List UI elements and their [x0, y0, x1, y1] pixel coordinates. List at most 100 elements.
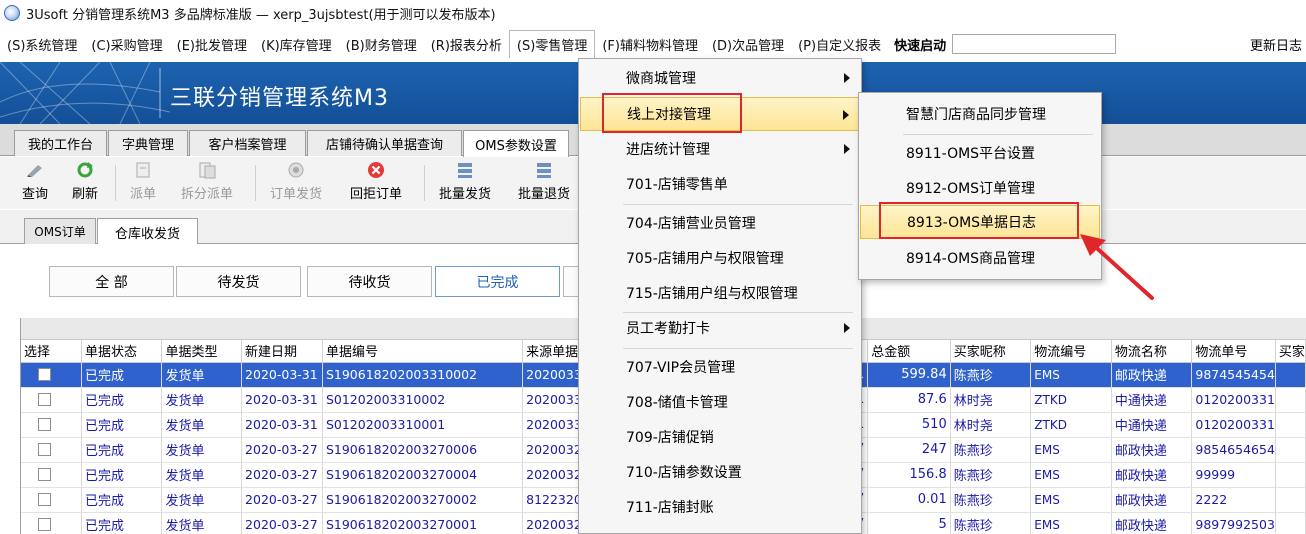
menu-item-vip-members[interactable]: 707-VIP会员管理	[580, 350, 860, 384]
menu-materials[interactable]: (F)辅料物料管理	[595, 30, 705, 58]
refresh-button[interactable]: 刷新	[72, 161, 98, 202]
dispatch-icon	[133, 161, 153, 179]
filter-pending-ship-button[interactable]: 待发货	[176, 266, 301, 297]
menu-item-store-staff[interactable]: 704-店铺营业员管理	[580, 206, 860, 240]
menu-item-stored-value-card[interactable]: 708-储值卡管理	[580, 385, 860, 419]
menu-item-attendance[interactable]: 员工考勤打卡	[580, 311, 860, 345]
row-checkbox[interactable]	[21, 437, 82, 463]
menu-reports[interactable]: (R)报表分析	[424, 30, 509, 58]
tab-dictionary[interactable]: 字典管理	[108, 130, 188, 156]
tab-customer-files[interactable]: 客户档案管理	[189, 130, 306, 156]
dispatch-label: 派单	[130, 187, 157, 202]
tab-oms-orders[interactable]: OMS订单	[24, 218, 96, 244]
row-checkbox[interactable]	[21, 412, 82, 438]
checkbox[interactable]	[38, 393, 51, 406]
cell-status: 已完成	[81, 462, 163, 488]
batch-ship-button[interactable]: 批量发货	[439, 161, 491, 202]
menu-custom-reports[interactable]: (P)自定义报表	[791, 30, 888, 58]
cell-buyer: 陈燕珍	[950, 487, 1032, 513]
cell-tracking: 0120200331	[1191, 412, 1276, 438]
pencil-icon	[25, 161, 45, 179]
checkbox[interactable]	[38, 443, 51, 456]
cell-buyer: 陈燕珍	[950, 362, 1032, 388]
menu-item-store-promotion[interactable]: 709-店铺促销	[580, 420, 860, 454]
filter-all-button[interactable]: 全 部	[49, 266, 174, 297]
batch-ship-icon	[455, 161, 475, 179]
submenu-arrow-icon	[844, 144, 850, 154]
dispatch-button[interactable]: 派单	[130, 161, 156, 202]
menu-item-oms-order-management[interactable]: 8912-OMS订单管理	[860, 171, 1100, 205]
checkbox[interactable]	[38, 418, 51, 431]
col-select[interactable]: 选择	[21, 340, 82, 363]
cell-date: 2020-03-31	[241, 412, 323, 438]
menu-item-store-settings[interactable]: 710-店铺参数设置	[580, 455, 860, 489]
cell-extra	[1275, 387, 1306, 413]
menu-item-visitor-stats[interactable]: 进店统计管理	[580, 132, 860, 166]
col-status[interactable]: 单据状态	[81, 340, 163, 363]
reject-order-button[interactable]: 回拒订单	[350, 161, 402, 202]
menu-retail[interactable]: (S)零售管理	[508, 30, 596, 58]
menu-item-store-closing[interactable]: 711-店铺封账	[580, 490, 860, 524]
cell-date: 2020-03-31	[241, 362, 323, 388]
col-tracking-no[interactable]: 物流单号	[1191, 340, 1276, 363]
reject-order-label: 回拒订单	[350, 187, 403, 202]
quick-launch-input[interactable]	[952, 34, 1117, 54]
col-logistics-name[interactable]: 物流名称	[1111, 340, 1193, 363]
menu-finance[interactable]: (B)财务管理	[339, 30, 424, 58]
menu-defective[interactable]: (D)次品管理	[705, 30, 791, 58]
menu-item-smart-store-sync[interactable]: 智慧门店商品同步管理	[860, 97, 1100, 131]
batch-return-button[interactable]: 批量退货	[518, 161, 570, 202]
row-checkbox[interactable]	[21, 487, 82, 513]
cell-extra	[1275, 487, 1306, 513]
batch-ship-label: 批量发货	[439, 187, 492, 202]
cell-logistics-name: 邮政快递	[1111, 462, 1193, 488]
cell-type: 发货单	[161, 512, 243, 534]
menu-item-wechat-mall[interactable]: 微商城管理	[580, 61, 860, 95]
cell-status: 已完成	[81, 512, 163, 534]
col-source[interactable]: 来源单据	[522, 340, 584, 363]
col-type[interactable]: 单据类型	[161, 340, 243, 363]
menu-purchase[interactable]: (C)采购管理	[84, 30, 169, 58]
menu-item-store-user-permissions[interactable]: 705-店铺用户与权限管理	[580, 241, 860, 275]
tab-my-workbench[interactable]: 我的工作台	[14, 130, 107, 156]
update-log-link[interactable]: 更新日志	[1250, 30, 1306, 58]
col-buyer-extra[interactable]: 买家	[1275, 340, 1306, 363]
menu-system[interactable]: (S)系统管理	[0, 30, 84, 58]
row-checkbox[interactable]	[21, 462, 82, 488]
col-logistics-code[interactable]: 物流编号	[1030, 340, 1112, 363]
filter-completed-button[interactable]: 已完成	[435, 266, 560, 297]
query-button[interactable]: 查询	[22, 161, 48, 202]
order-ship-button[interactable]: 订单发货	[270, 161, 322, 202]
checkbox[interactable]	[38, 368, 51, 381]
order-ship-icon	[286, 161, 306, 179]
menu-item-oms-product-management[interactable]: 8914-OMS商品管理	[860, 241, 1100, 275]
cell-source: 2020032	[522, 512, 584, 534]
tab-oms-settings[interactable]: OMS参数设置	[463, 130, 569, 157]
tab-warehouse-shipping[interactable]: 仓库收发货	[97, 218, 198, 245]
row-checkbox[interactable]	[21, 362, 82, 388]
annotation-box-oms-log	[879, 202, 1079, 239]
online-integration-submenu: 智慧门店商品同步管理 8911-OMS平台设置 8912-OMS订单管理 891…	[858, 92, 1102, 280]
annotation-arrow	[1080, 234, 1154, 300]
filter-pending-receive-button[interactable]: 待收货	[307, 266, 432, 297]
col-amount[interactable]: 总金额	[867, 340, 951, 363]
menu-wholesale[interactable]: (E)批发管理	[170, 30, 254, 58]
row-checkbox[interactable]	[21, 512, 82, 534]
row-checkbox[interactable]	[21, 387, 82, 413]
menu-item-label: 员工考勤打卡	[626, 321, 710, 337]
col-date[interactable]: 新建日期	[241, 340, 323, 363]
cell-tracking: 2222	[1191, 487, 1276, 513]
col-buyer[interactable]: 买家昵称	[950, 340, 1032, 363]
checkbox[interactable]	[38, 468, 51, 481]
checkbox[interactable]	[38, 518, 51, 531]
menu-inventory[interactable]: (K)库存管理	[254, 30, 339, 58]
menu-item-oms-platform-settings[interactable]: 8911-OMS平台设置	[860, 136, 1100, 170]
menu-item-store-retail-order[interactable]: 701-店铺零售单	[580, 167, 860, 201]
col-doc-no[interactable]: 单据编号	[322, 340, 524, 363]
cell-buyer: 陈燕珍	[950, 437, 1032, 463]
window-title: 3Usoft 分销管理系统M3 多品牌标准版 — xerp_3ujsbtest(…	[26, 7, 496, 23]
split-dispatch-button[interactable]: 拆分派单	[181, 161, 233, 202]
menu-item-store-usergroup-permissions[interactable]: 715-店铺用户组与权限管理	[580, 276, 860, 310]
tab-store-pending-docs[interactable]: 店铺待确认单据查询	[307, 130, 462, 156]
checkbox[interactable]	[38, 493, 51, 506]
